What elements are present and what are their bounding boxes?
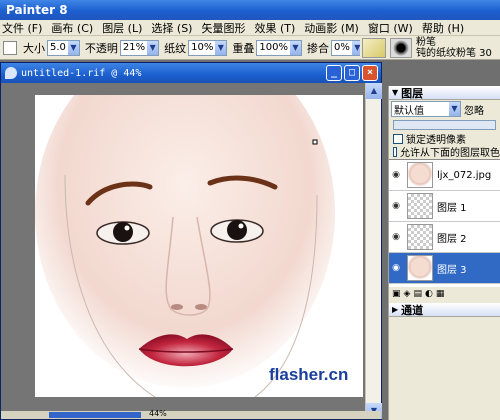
layer-adjuster-icon[interactable]: ▣ [392,289,401,299]
opacity-slider[interactable] [393,120,496,130]
zoom-level: 44% [149,409,167,418]
layer-row[interactable]: ◉ ljx_072.jpg [389,160,500,191]
menu-help[interactable]: 帮助 (H) [422,20,464,35]
canvas[interactable]: flasher.cn [35,95,363,397]
size-label: 大小 [23,41,45,55]
expand-triangle-icon[interactable]: ▶ [392,305,398,314]
dynamic-plugin-icon[interactable]: ◈ [404,289,411,299]
brush-tool-icon[interactable] [3,40,17,55]
layers-panel-title: 图层 [401,86,424,100]
brush-selector[interactable]: 粉笔 钝的纸纹粉笔 30 [360,36,500,59]
menu-bar: 文件 (F) 画布 (C) 图层 (L) 选择 (S) 矢量图形 效果 (T) … [0,20,500,36]
layer-row[interactable]: ◉ 图层 2 [389,222,500,253]
grain-field[interactable]: 10% ▼ [188,39,228,56]
document-icon [5,67,17,79]
resat-field[interactable]: 100% ▼ [256,39,302,56]
document-title: untitled-1.rif @ 44% [21,67,142,79]
chevron-down-icon: ▼ [67,40,79,55]
close-button[interactable]: × [362,65,378,81]
resat-label: 重叠 [232,41,255,55]
size-field[interactable]: 5.0 ▼ [47,39,80,56]
menu-movie[interactable]: 动画影 (M) [304,20,359,35]
property-bar: 大小 5.0 ▼ 不透明 21% ▼ 纸纹 10% ▼ 重叠 100% ▼ 掺合 0% ▼… [0,36,500,60]
layer-list: ◉ ljx_072.jpg ◉ 图层 1 ◉ 图层 2 ◉ 图层 3 [389,159,500,287]
menu-effects[interactable]: 效果 (T) [254,20,295,35]
mask-icon[interactable]: ◐ [425,289,433,299]
channels-panel: ▶ 通道 [389,303,500,317]
layer-thumbnail [407,224,433,250]
document-body: flasher.cn ▲ ▼ 44% [1,83,382,419]
brush-dab-icon[interactable] [390,38,412,58]
chevron-down-icon: ▼ [449,102,460,116]
menu-shapes[interactable]: 矢量图形 [201,20,245,35]
minimize-button[interactable]: _ [326,65,342,81]
canvas-resize-handle[interactable] [312,139,318,145]
brush-category: 粉笔 [416,37,436,48]
opacity-field[interactable]: 21% ▼ [119,39,160,56]
watermark: flasher.cn [269,365,349,384]
delete-layer-icon[interactable]: ▦ [436,289,445,299]
document-title-bar[interactable]: untitled-1.rif @ 44% _ □ × [1,63,381,83]
app-title-bar: Painter 8 [0,0,500,20]
new-layer-icon[interactable]: ▤ [413,289,422,299]
menu-layers[interactable]: 图层 (L) [102,20,142,35]
chalk-brush-icon[interactable] [362,38,386,58]
layer-commands-bar: ▣ ◈ ▤ ◐ ▦ [389,287,500,301]
left-iris [113,222,133,242]
horizontal-scroll-thumb[interactable] [49,412,141,418]
layer-name: 图层 2 [437,233,467,245]
layer-row[interactable]: ◉ 图层 1 [389,191,500,222]
eye-icon[interactable]: ◉ [389,170,403,180]
status-bar: 44% [1,409,381,419]
composite-method-select[interactable]: 默认值 ▼ [391,101,461,117]
opacity-label: 不透明 [84,41,118,55]
composite-options: 默认值 ▼ 忽略 [389,100,500,118]
app-title: Painter 8 [6,3,68,17]
chevron-down-icon: ▼ [289,40,301,55]
maximize-button[interactable]: □ [344,65,360,81]
layer-row-selected[interactable]: ◉ 图层 3 [389,253,500,284]
menu-file[interactable]: 文件 (F) [2,20,42,35]
brush-variant: 钝的纸纹粉笔 30 [416,48,492,59]
vertical-scrollbar[interactable]: ▲ ▼ [365,83,382,419]
menu-select[interactable]: 选择 (S) [151,20,192,35]
eye-icon[interactable]: ◉ [389,232,403,242]
document-window: untitled-1.rif @ 44% _ □ × flasher.cn ▲ … [0,62,382,420]
chevron-down-icon: ▼ [147,40,159,55]
layers-panel-header[interactable]: ▼ 图层 [389,86,500,100]
layer-name: 图层 3 [437,264,467,276]
channels-panel-header[interactable]: ▶ 通道 [389,303,500,317]
painter-window: Painter 8 文件 (F) 画布 (C) 图层 (L) 选择 (S) 矢量… [0,0,500,420]
channels-panel-title: 通道 [401,303,424,317]
eye-icon[interactable]: ◉ [389,201,403,211]
layer-name: ljx_072.jpg [437,169,492,181]
face-painting [35,95,363,397]
scroll-up-icon[interactable]: ▲ [366,83,382,99]
layers-panel: ▼ 图层 默认值 ▼ 忽略 锁定透明像素 允许从下面的图层取色 ◉ ljx_072… [388,86,500,420]
collapse-triangle-icon[interactable]: ▼ [392,88,398,97]
right-iris [227,220,247,240]
bleed-field[interactable]: 0% ▼ [330,39,364,56]
layer-thumbnail [407,255,433,281]
menu-canvas[interactable]: 画布 (C) [51,20,93,35]
lock-transparency-checkbox[interactable] [393,133,403,144]
ignore-label[interactable]: 忽略 [464,102,484,117]
pick-up-underlying-option[interactable]: 允许从下面的图层取色 [389,145,500,159]
brush-names: 粉笔 钝的纸纹粉笔 30 [416,37,492,59]
layer-thumbnail [407,193,433,219]
chevron-down-icon: ▼ [215,40,227,55]
pick-up-underlying-checkbox[interactable] [393,146,397,157]
layer-thumbnail [407,162,433,188]
eye-icon[interactable]: ◉ [389,263,403,273]
grain-label: 纸纹 [164,41,187,55]
bleed-label: 掺合 [306,41,329,55]
layer-name: 图层 1 [437,202,467,214]
menu-window[interactable]: 窗口 (W) [368,20,413,35]
